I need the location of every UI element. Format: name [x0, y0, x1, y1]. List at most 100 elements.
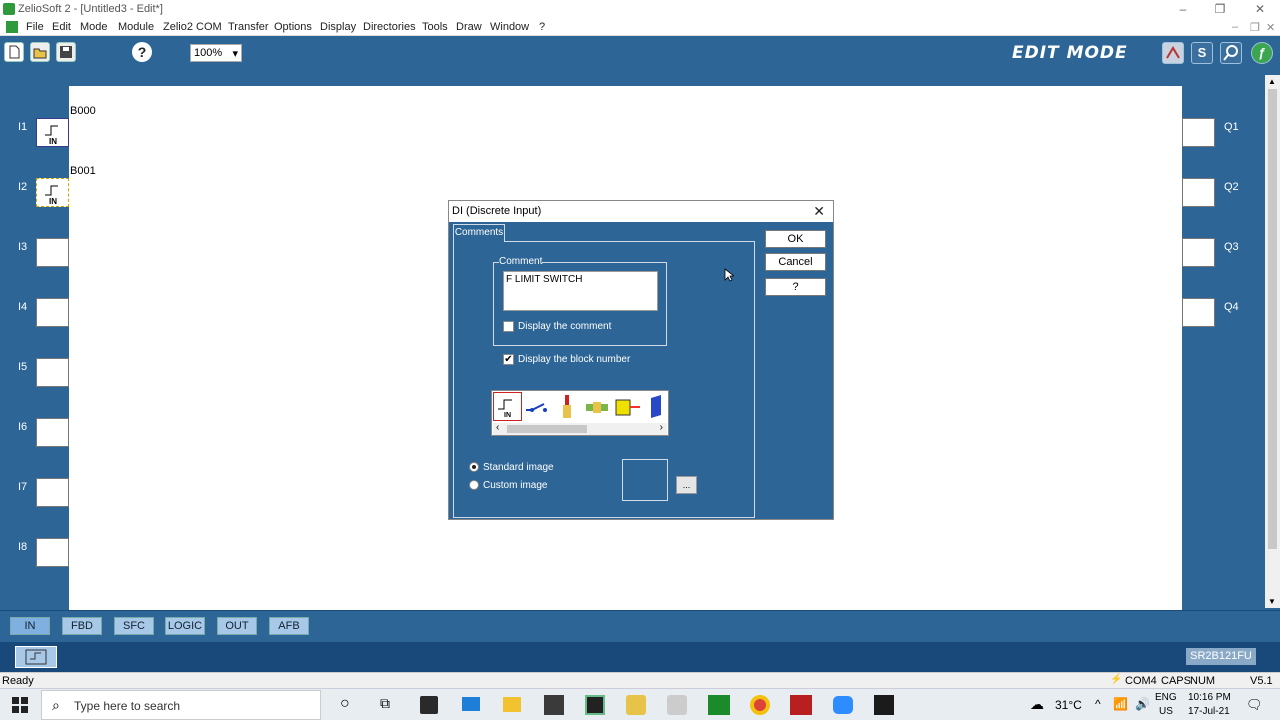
- dialog-help-button[interactable]: ?: [765, 278, 826, 296]
- standard-image-radio[interactable]: [469, 462, 479, 472]
- menu-edit[interactable]: Edit: [52, 21, 71, 33]
- input-slot-i7[interactable]: [36, 478, 69, 507]
- menu-window[interactable]: Window: [490, 21, 529, 33]
- pycharm-icon[interactable]: [874, 695, 894, 715]
- gallery-scrollbar[interactable]: ‹ ›: [493, 422, 667, 435]
- ok-button[interactable]: OK: [765, 230, 826, 248]
- chrome-icon[interactable]: [750, 695, 770, 715]
- menu-module[interactable]: Module: [118, 21, 154, 33]
- network-icon[interactable]: 📶: [1113, 697, 1128, 711]
- image-proximity-icon[interactable]: [643, 392, 668, 421]
- store-icon[interactable]: [420, 696, 438, 714]
- vertical-scrollbar[interactable]: ▲ ▼: [1265, 75, 1280, 608]
- new-file-icon[interactable]: [4, 42, 24, 62]
- output-slot-q1[interactable]: [1182, 118, 1215, 147]
- tab-in[interactable]: IN: [10, 617, 50, 635]
- input-slot-i5[interactable]: [36, 358, 69, 387]
- maximize-icon[interactable]: ❐: [1210, 2, 1230, 16]
- scroll-right-icon[interactable]: ›: [660, 422, 663, 433]
- input-slot-i8[interactable]: [36, 538, 69, 567]
- tab-logic[interactable]: LOGIC: [165, 617, 205, 635]
- notifications-icon[interactable]: 🗨: [1246, 697, 1263, 713]
- child-minimize-icon[interactable]: –: [1232, 21, 1238, 33]
- search-icon: ⌕: [52, 697, 60, 713]
- zelio-logo-icon[interactable]: ƒ: [1251, 42, 1273, 64]
- simulation-button[interactable]: S: [1191, 42, 1213, 64]
- input-block-i1[interactable]: IN: [36, 118, 69, 147]
- tab-afb[interactable]: AFB: [269, 617, 309, 635]
- file-explorer-icon[interactable]: [503, 697, 521, 712]
- scroll-left-icon[interactable]: ‹: [496, 422, 499, 433]
- browse-image-button[interactable]: ...: [676, 476, 697, 494]
- monitoring-icon[interactable]: [1220, 42, 1242, 64]
- zeliosoft-taskbar-icon[interactable]: [585, 695, 605, 715]
- close-icon[interactable]: ✕: [1250, 2, 1270, 16]
- temperature-text: 31°C: [1055, 698, 1082, 712]
- gallery-scroll-thumb[interactable]: [507, 425, 587, 433]
- menu-options[interactable]: Options: [274, 21, 312, 33]
- scroll-up-icon[interactable]: ▲: [1268, 77, 1276, 86]
- input-block-i2[interactable]: IN: [36, 178, 69, 207]
- cortana-icon[interactable]: ○: [340, 695, 350, 713]
- child-close-icon[interactable]: ✕: [1266, 21, 1275, 34]
- clock-time[interactable]: 10:16 PM: [1188, 692, 1231, 703]
- volume-icon[interactable]: 🔊: [1135, 697, 1150, 711]
- task-view-icon[interactable]: ⧉: [380, 695, 390, 712]
- display-comment-checkbox[interactable]: [503, 321, 514, 332]
- scroll-down-icon[interactable]: ▼: [1268, 597, 1276, 606]
- image-limit-switch-icon[interactable]: [553, 392, 582, 421]
- input-slot-i4[interactable]: [36, 298, 69, 327]
- output-slot-q3[interactable]: [1182, 238, 1215, 267]
- app-icon-lightning[interactable]: [626, 695, 646, 715]
- display-comment-label: Display the comment: [518, 321, 612, 332]
- logo-soft-icon[interactable]: [544, 695, 564, 715]
- tab-fbd[interactable]: FBD: [62, 617, 102, 635]
- image-sensor-icon[interactable]: [583, 392, 612, 421]
- comment-input[interactable]: F LIMIT SWITCH: [503, 271, 658, 311]
- app-icon-generic[interactable]: [667, 695, 687, 715]
- dialog-close-icon[interactable]: ✕: [813, 203, 825, 220]
- windows-taskbar: ⌕ Type here to search ○ ⧉ ☁ 31°C ^ 📶 🔊 E…: [0, 688, 1280, 720]
- menu-display[interactable]: Display: [320, 21, 356, 33]
- chevron-up-icon[interactable]: ^: [1095, 697, 1101, 711]
- custom-image-radio[interactable]: [469, 480, 479, 490]
- tab-out[interactable]: OUT: [217, 617, 257, 635]
- taskbar-search-box[interactable]: ⌕ Type here to search: [41, 690, 321, 720]
- menu-directories[interactable]: Directories: [363, 21, 416, 33]
- display-block-number-checkbox[interactable]: ✔: [503, 354, 514, 365]
- scroll-thumb[interactable]: [1268, 89, 1277, 549]
- open-folder-icon[interactable]: [30, 42, 50, 62]
- menu-file[interactable]: File: [26, 21, 44, 33]
- language-code[interactable]: ENG: [1155, 692, 1177, 703]
- input-slot-i6[interactable]: [36, 418, 69, 447]
- output-slot-q4[interactable]: [1182, 298, 1215, 327]
- windows-start-icon[interactable]: [12, 697, 28, 716]
- tab-sfc[interactable]: SFC: [114, 617, 154, 635]
- input-block-palette-icon[interactable]: [15, 646, 57, 668]
- menu-transfer[interactable]: Transfer: [228, 21, 269, 33]
- image-photocell-icon[interactable]: [613, 392, 642, 421]
- ladder-editor-icon[interactable]: [1162, 42, 1184, 64]
- menu-mode[interactable]: Mode: [80, 21, 108, 33]
- tab-comments[interactable]: Comments: [453, 224, 505, 242]
- help-icon[interactable]: ?: [132, 42, 152, 62]
- chevron-down-icon: ▾: [232, 48, 238, 60]
- output-slot-q2[interactable]: [1182, 178, 1215, 207]
- zoom-select[interactable]: 100% ▾: [190, 44, 242, 62]
- zoom-meeting-icon[interactable]: [833, 696, 853, 714]
- image-switch-icon[interactable]: [523, 392, 552, 421]
- save-icon[interactable]: [56, 42, 76, 62]
- gsoft-icon[interactable]: [790, 695, 812, 715]
- mail-icon[interactable]: [462, 697, 480, 711]
- input-slot-i3[interactable]: [36, 238, 69, 267]
- custom-image-preview: [622, 459, 668, 501]
- image-standard-in-icon[interactable]: IN: [493, 392, 522, 421]
- cancel-button[interactable]: Cancel: [765, 253, 826, 271]
- menu-tools[interactable]: Tools: [422, 21, 448, 33]
- plc-soft-icon[interactable]: [708, 695, 730, 715]
- menu-help[interactable]: ?: [539, 21, 545, 33]
- menu-zelio2com[interactable]: Zelio2 COM: [163, 21, 222, 33]
- child-restore-icon[interactable]: ❐: [1250, 21, 1260, 34]
- minimize-icon[interactable]: –: [1173, 2, 1193, 16]
- menu-draw[interactable]: Draw: [456, 21, 482, 33]
